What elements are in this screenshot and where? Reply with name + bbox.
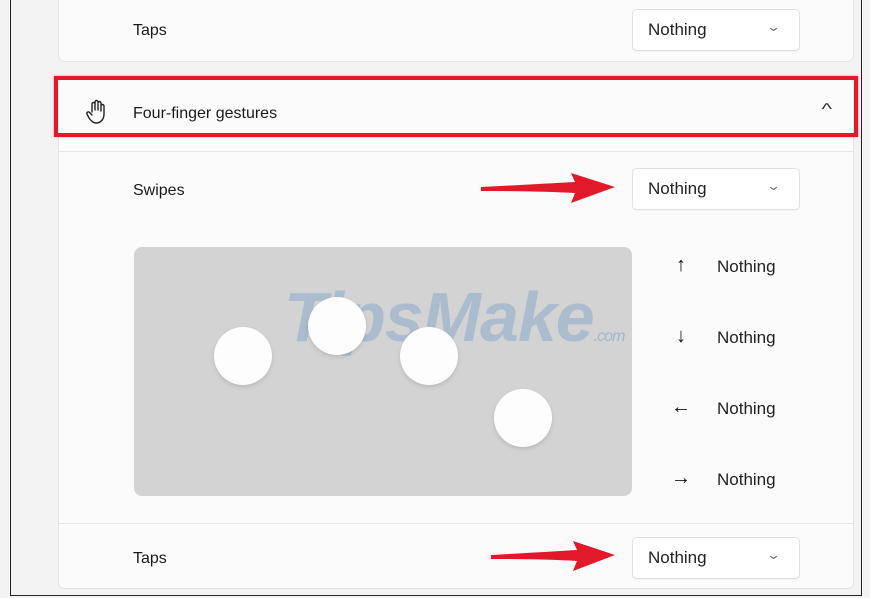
arrow-left-icon: ← bbox=[671, 396, 691, 418]
chevron-down-icon: ⌄ bbox=[765, 19, 782, 34]
watermark-suffix: .com bbox=[593, 328, 626, 345]
finger-circle bbox=[308, 297, 366, 355]
chevron-down-icon: ⌄ bbox=[765, 547, 782, 562]
finger-circle bbox=[494, 389, 552, 447]
four-finger-taps-row: Taps Nothing ⌄ bbox=[58, 523, 854, 589]
taps-label: Taps bbox=[133, 550, 167, 567]
annotation-arrow-icon bbox=[481, 173, 615, 203]
taps-dropdown-value: Nothing bbox=[648, 20, 707, 39]
taps-label: Taps bbox=[133, 22, 167, 39]
swipe-down-value: Nothing bbox=[717, 328, 776, 347]
arrow-up-icon: ↑ bbox=[676, 254, 686, 276]
arrow-right-icon: → bbox=[671, 467, 691, 489]
finger-circle bbox=[214, 327, 272, 385]
highlight-box bbox=[54, 76, 858, 137]
taps-dropdown[interactable]: Nothing ⌄ bbox=[632, 9, 800, 51]
touchpad-illustration: TipsMake.com bbox=[134, 247, 632, 496]
swipes-dropdown-value: Nothing bbox=[648, 179, 707, 198]
chevron-down-icon: ⌄ bbox=[765, 178, 782, 193]
three-finger-taps-row: Taps Nothing ⌄ bbox=[58, 0, 854, 62]
swipe-up-value: Nothing bbox=[717, 257, 776, 276]
swipe-right-value: Nothing bbox=[717, 470, 776, 489]
taps-dropdown[interactable]: Nothing ⌄ bbox=[632, 537, 800, 579]
swipe-left-value: Nothing bbox=[717, 399, 776, 418]
swipes-label: Swipes bbox=[133, 182, 185, 199]
annotation-arrow-icon bbox=[491, 541, 615, 571]
finger-circle bbox=[400, 327, 458, 385]
arrow-down-icon: ↓ bbox=[676, 325, 686, 347]
swipes-dropdown[interactable]: Nothing ⌄ bbox=[632, 168, 800, 210]
taps-dropdown-value: Nothing bbox=[648, 548, 707, 567]
settings-window: Taps Nothing ⌄ Four-finger gestures ^ Sw… bbox=[10, 0, 862, 596]
